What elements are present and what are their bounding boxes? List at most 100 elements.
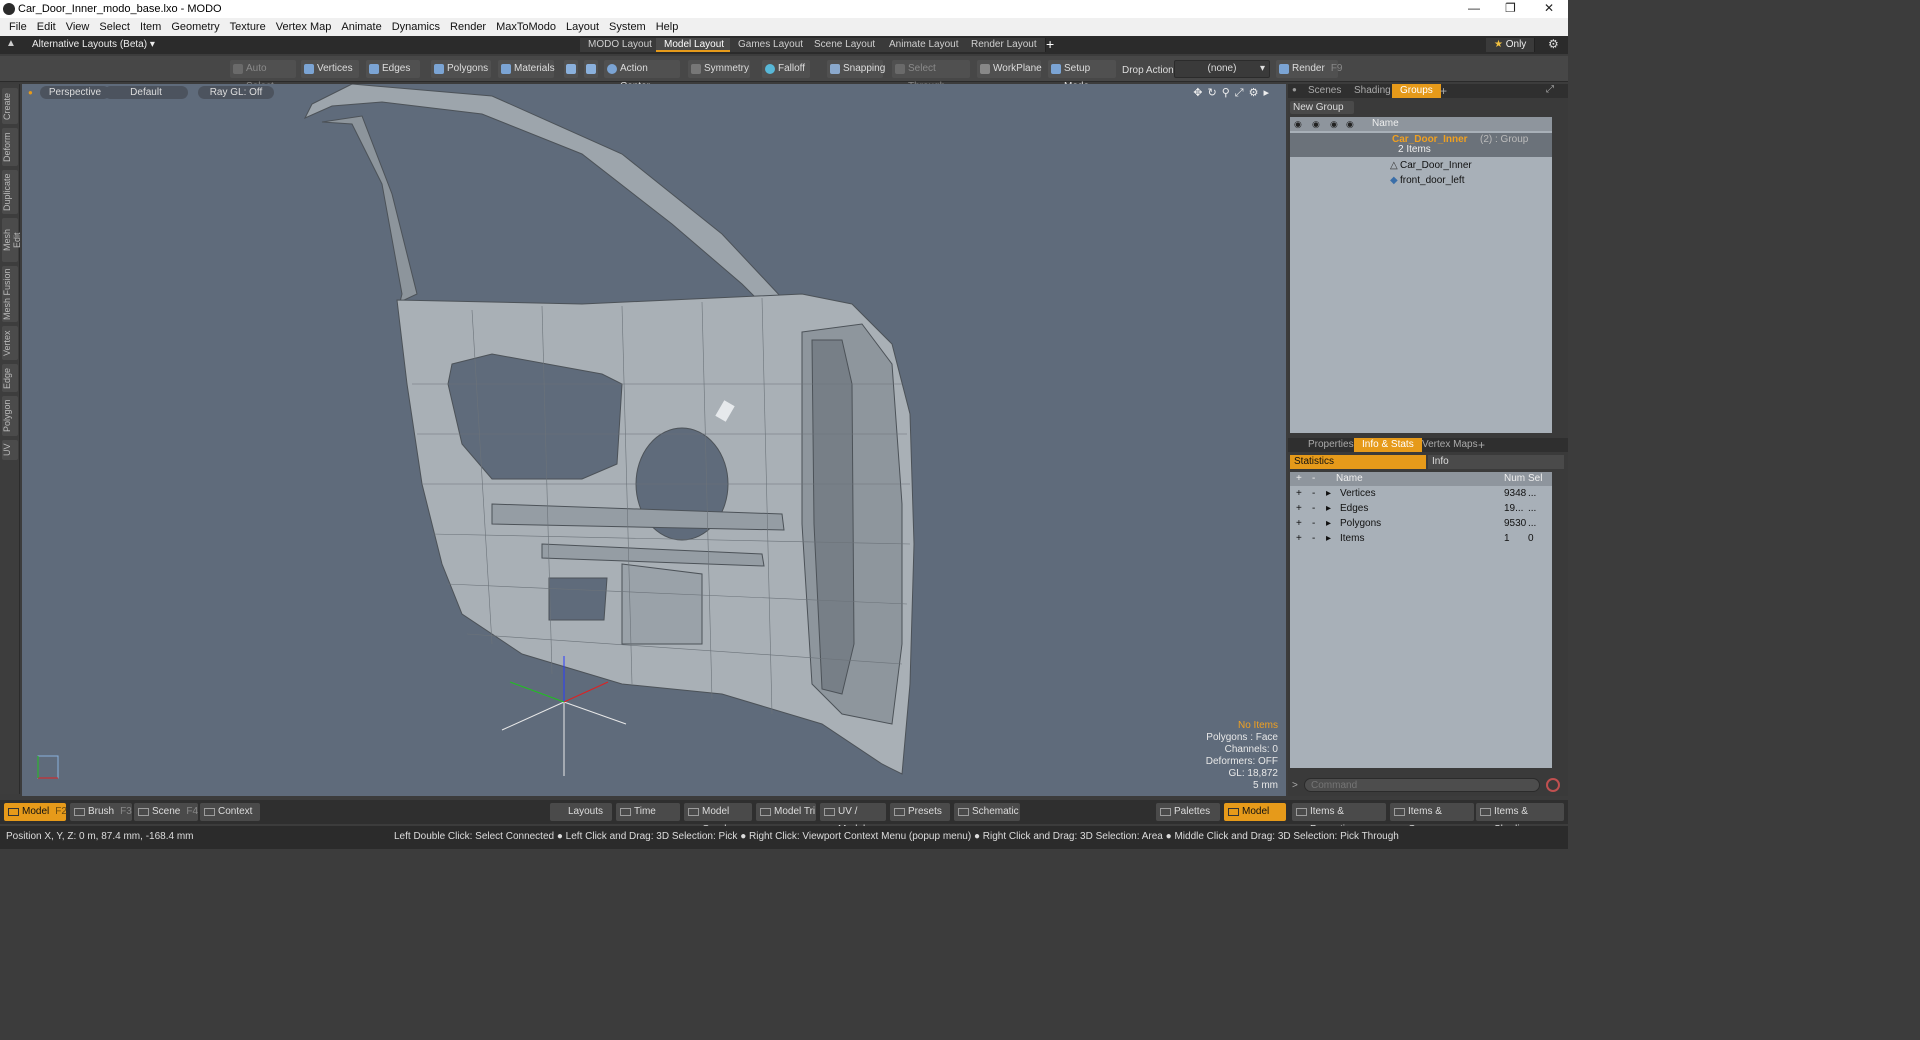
tab-scenes[interactable]: Scenes: [1300, 84, 1349, 98]
tab-duplicate[interactable]: Duplicate: [2, 170, 18, 214]
menu-vertex-map[interactable]: Vertex Map: [276, 21, 332, 33]
model-tri-button[interactable]: Model Tri: [756, 803, 816, 821]
expand-arrow-icon[interactable]: ▸: [1326, 502, 1331, 516]
menu-dynamics[interactable]: Dynamics: [392, 21, 440, 33]
add-layout-icon[interactable]: +: [1046, 36, 1054, 52]
workplane-button[interactable]: WorkPlane: [977, 60, 1042, 78]
menu-select[interactable]: Select: [99, 21, 130, 33]
menu-layout[interactable]: Layout: [566, 21, 599, 33]
shield-a-button[interactable]: [564, 60, 578, 78]
gear-icon[interactable]: ⚙: [1548, 37, 1559, 51]
maximize-icon[interactable]: ❐: [1505, 1, 1516, 15]
tab-create[interactable]: Create: [2, 88, 18, 124]
tab-scene-layout[interactable]: Scene Layout: [806, 38, 885, 52]
tab-mesh-fusion[interactable]: Mesh Fusion: [2, 266, 18, 322]
tab-render-layout[interactable]: Render Layout: [963, 38, 1046, 52]
3d-viewport[interactable]: ● Perspective Default Ray GL: Off ✥↻⚲⤢⚙▸: [22, 84, 1286, 796]
menu-animate[interactable]: Animate: [341, 21, 381, 33]
new-group-button[interactable]: New Group: [1290, 101, 1354, 114]
snapping-button[interactable]: Snapping: [827, 60, 885, 78]
tab-model-layout[interactable]: Model Layout: [656, 38, 734, 52]
select-through-button[interactable]: Select Through: [892, 60, 970, 92]
tab-games-layout[interactable]: Games Layout: [730, 38, 813, 52]
items-properties-button[interactable]: Items & Properties: [1292, 803, 1386, 835]
model-layout-button[interactable]: Model: [1224, 803, 1286, 821]
render-toggle-icon[interactable]: ◉: [1312, 117, 1320, 131]
menu-view[interactable]: View: [66, 21, 90, 33]
add-tab-icon[interactable]: +: [1478, 438, 1485, 452]
edges-button[interactable]: Edges: [366, 60, 420, 78]
eye-icon[interactable]: ◉: [1294, 117, 1302, 131]
render-button[interactable]: Render F9: [1276, 60, 1342, 78]
menu-item[interactable]: Item: [140, 21, 161, 33]
palettes-button[interactable]: Palettes: [1156, 803, 1220, 821]
menu-edit[interactable]: Edit: [37, 21, 56, 33]
tab-properties[interactable]: Properties: [1300, 438, 1362, 452]
model-quad-button[interactable]: Model Quad: [684, 803, 752, 835]
menu-geometry[interactable]: Geometry: [171, 21, 219, 33]
setup-mode-button[interactable]: Setup Mode: [1048, 60, 1116, 92]
table-row[interactable]: + - ▸ Items 1 0: [1290, 532, 1552, 546]
tab-vertex[interactable]: Vertex: [2, 326, 18, 360]
table-row[interactable]: + - ▸ Edges 19... ...: [1290, 502, 1552, 516]
vertices-button[interactable]: Vertices: [301, 60, 359, 78]
menu-texture[interactable]: Texture: [230, 21, 266, 33]
polygons-button[interactable]: Polygons: [431, 60, 491, 78]
menu-system[interactable]: System: [609, 21, 646, 33]
tab-animate-layout[interactable]: Animate Layout: [881, 38, 968, 52]
table-row[interactable]: + - ▸ Polygons 9530 ...: [1290, 517, 1552, 531]
time-button[interactable]: Time: [616, 803, 680, 821]
table-row[interactable]: + - ▸ Vertices 9348 ...: [1290, 487, 1552, 501]
panel-expand-icon[interactable]: ⤢: [1546, 84, 1554, 95]
tab-vertex-maps[interactable]: Vertex Maps: [1414, 438, 1486, 452]
uv-model-button[interactable]: UV / Model: [820, 803, 886, 835]
menu-help[interactable]: Help: [656, 21, 679, 33]
items-shading-button[interactable]: Items & Shading: [1476, 803, 1564, 835]
tab-mesh-edit[interactable]: Mesh Edit: [2, 218, 22, 262]
group-child-row[interactable]: ◆ front_door_left: [1290, 174, 1552, 188]
tab-deform[interactable]: Deform: [2, 128, 18, 166]
info-tab[interactable]: Info: [1428, 455, 1564, 469]
tab-polygon[interactable]: Polygon: [2, 396, 18, 436]
brush-mode-button[interactable]: Brush F3: [70, 803, 132, 821]
action-center-button[interactable]: Action Center: [604, 60, 680, 92]
menu-render[interactable]: Render: [450, 21, 486, 33]
menu-maxtomodo[interactable]: MaxToModo: [496, 21, 556, 33]
shield-b-button[interactable]: [584, 60, 598, 78]
presets-button[interactable]: Presets: [890, 803, 950, 821]
auto-select-button[interactable]: Auto Select: [230, 60, 296, 92]
statistics-tab[interactable]: Statistics: [1290, 455, 1426, 469]
symmetry-button[interactable]: Symmetry: [688, 60, 750, 78]
layout-selector[interactable]: Alternative Layouts (Beta) ▾: [32, 39, 155, 50]
add-tab-icon[interactable]: +: [1440, 84, 1447, 98]
close-icon[interactable]: ✕: [1544, 1, 1554, 15]
expand-arrow-icon[interactable]: ▸: [1326, 517, 1331, 531]
minimize-icon[interactable]: —: [1468, 1, 1480, 15]
model-mode-button[interactable]: Model F2: [4, 803, 67, 821]
menu-file[interactable]: File: [9, 21, 27, 33]
record-icon[interactable]: [1546, 778, 1560, 792]
scene-mode-button[interactable]: Scene F4: [134, 803, 198, 821]
tab-groups[interactable]: Groups: [1392, 84, 1441, 98]
materials-button[interactable]: Materials: [498, 60, 555, 78]
group-child-row[interactable]: △ Car_Door_Inner: [1290, 159, 1552, 173]
tab-uv[interactable]: UV: [2, 440, 18, 460]
expand-arrow-icon[interactable]: ▸: [1326, 532, 1331, 546]
falloff-button[interactable]: Falloff: [762, 60, 810, 78]
layouts-button[interactable]: Layouts: [550, 803, 612, 821]
tab-info-stats[interactable]: Info & Stats: [1354, 438, 1422, 452]
context-mode-button[interactable]: Context: [200, 803, 260, 821]
expand-arrow-icon[interactable]: ▸: [1326, 487, 1331, 501]
tab-shading[interactable]: Shading: [1346, 84, 1399, 98]
lock-icon[interactable]: ◉: [1330, 117, 1338, 131]
collapse-icon[interactable]: ▲: [6, 38, 16, 49]
collapse-all-icon[interactable]: -: [1312, 472, 1315, 486]
select-toggle-icon[interactable]: ◉: [1346, 117, 1354, 131]
expand-all-icon[interactable]: +: [1296, 472, 1302, 486]
tab-edge[interactable]: Edge: [2, 364, 18, 392]
items-groups-button[interactable]: Items & Groups: [1390, 803, 1474, 835]
tab-modo-layout[interactable]: MODO Layout: [580, 38, 661, 52]
group-row[interactable]: Car_Door_Inner (2) : Group 2 Items: [1290, 133, 1552, 157]
schematic-button[interactable]: Schematic: [954, 803, 1020, 821]
command-input[interactable]: [1304, 778, 1540, 792]
